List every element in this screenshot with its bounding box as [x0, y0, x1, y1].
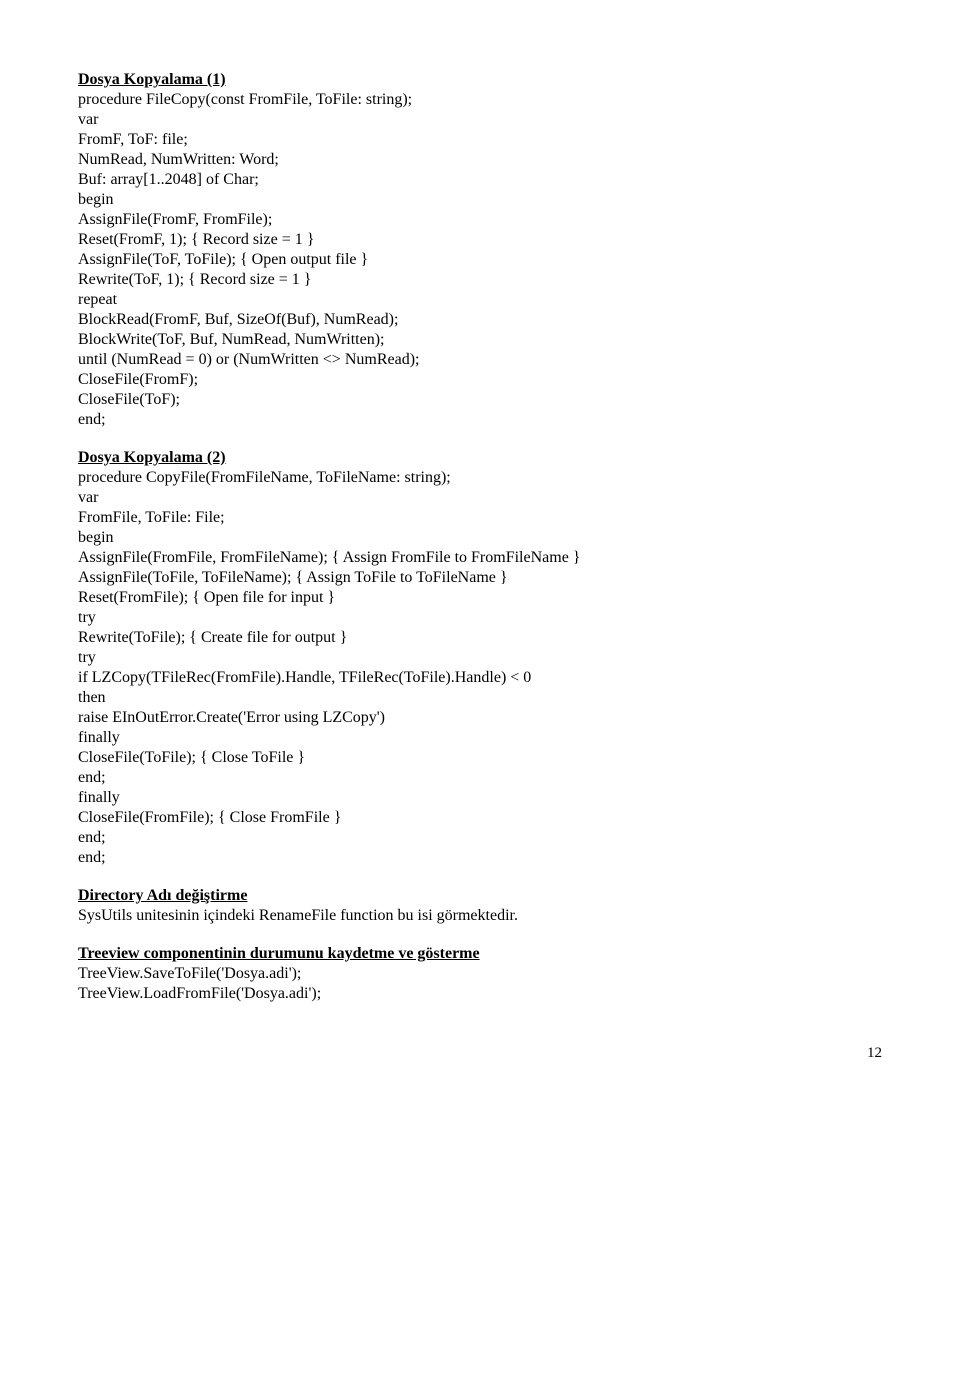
code-line: var [78, 488, 882, 508]
code-line: procedure CopyFile(FromFileName, ToFileN… [78, 468, 882, 488]
code-line: end; [78, 768, 882, 788]
code-line: try [78, 648, 882, 668]
code-line: Reset(FromF, 1); { Record size = 1 } [78, 230, 882, 250]
code-line: var [78, 110, 882, 130]
code-line: end; [78, 410, 882, 430]
code-line: CloseFile(FromF); [78, 370, 882, 390]
code-line: Reset(FromFile); { Open file for input } [78, 588, 882, 608]
section-4: Treeview componentinin durumunu kaydetme… [78, 944, 882, 1004]
code-line: TreeView.LoadFromFile('Dosya.adi'); [78, 984, 882, 1004]
code-line: if LZCopy(TFileRec(FromFile).Handle, TFi… [78, 668, 882, 688]
section-2: Dosya Kopyalama (2) procedure CopyFile(F… [78, 448, 882, 868]
code-line: then [78, 688, 882, 708]
section-1-heading: Dosya Kopyalama (1) [78, 70, 882, 90]
code-line: CloseFile(ToFile); { Close ToFile } [78, 748, 882, 768]
section-3: Directory Adı değiştirme SysUtils unites… [78, 886, 882, 926]
code-line: CloseFile(ToF); [78, 390, 882, 410]
code-line: AssignFile(ToFile, ToFileName); { Assign… [78, 568, 882, 588]
code-line: try [78, 608, 882, 628]
code-line: finally [78, 788, 882, 808]
code-line: until (NumRead = 0) or (NumWritten <> Nu… [78, 350, 882, 370]
code-line: begin [78, 528, 882, 548]
code-line: BlockRead(FromF, Buf, SizeOf(Buf), NumRe… [78, 310, 882, 330]
code-line: Buf: array[1..2048] of Char; [78, 170, 882, 190]
code-line: repeat [78, 290, 882, 310]
code-line: FromFile, ToFile: File; [78, 508, 882, 528]
section-3-heading: Directory Adı değiştirme [78, 886, 882, 906]
section-4-heading: Treeview componentinin durumunu kaydetme… [78, 944, 882, 964]
code-line: finally [78, 728, 882, 748]
code-line: begin [78, 190, 882, 210]
code-line: Rewrite(ToF, 1); { Record size = 1 } [78, 270, 882, 290]
body-line: SysUtils unitesinin içindeki RenameFile … [78, 906, 882, 926]
section-2-heading: Dosya Kopyalama (2) [78, 448, 882, 468]
code-line: AssignFile(ToF, ToFile); { Open output f… [78, 250, 882, 270]
code-line: Rewrite(ToFile); { Create file for outpu… [78, 628, 882, 648]
code-line: TreeView.SaveToFile('Dosya.adi'); [78, 964, 882, 984]
code-line: CloseFile(FromFile); { Close FromFile } [78, 808, 882, 828]
page-number: 12 [78, 1044, 882, 1063]
code-line: NumRead, NumWritten: Word; [78, 150, 882, 170]
code-line: raise EInOutError.Create('Error using LZ… [78, 708, 882, 728]
code-line: BlockWrite(ToF, Buf, NumRead, NumWritten… [78, 330, 882, 350]
code-line: end; [78, 828, 882, 848]
section-1: Dosya Kopyalama (1) procedure FileCopy(c… [78, 70, 882, 430]
code-line: AssignFile(FromF, FromFile); [78, 210, 882, 230]
code-line: AssignFile(FromFile, FromFileName); { As… [78, 548, 882, 568]
code-line: end; [78, 848, 882, 868]
code-line: FromF, ToF: file; [78, 130, 882, 150]
code-line: procedure FileCopy(const FromFile, ToFil… [78, 90, 882, 110]
